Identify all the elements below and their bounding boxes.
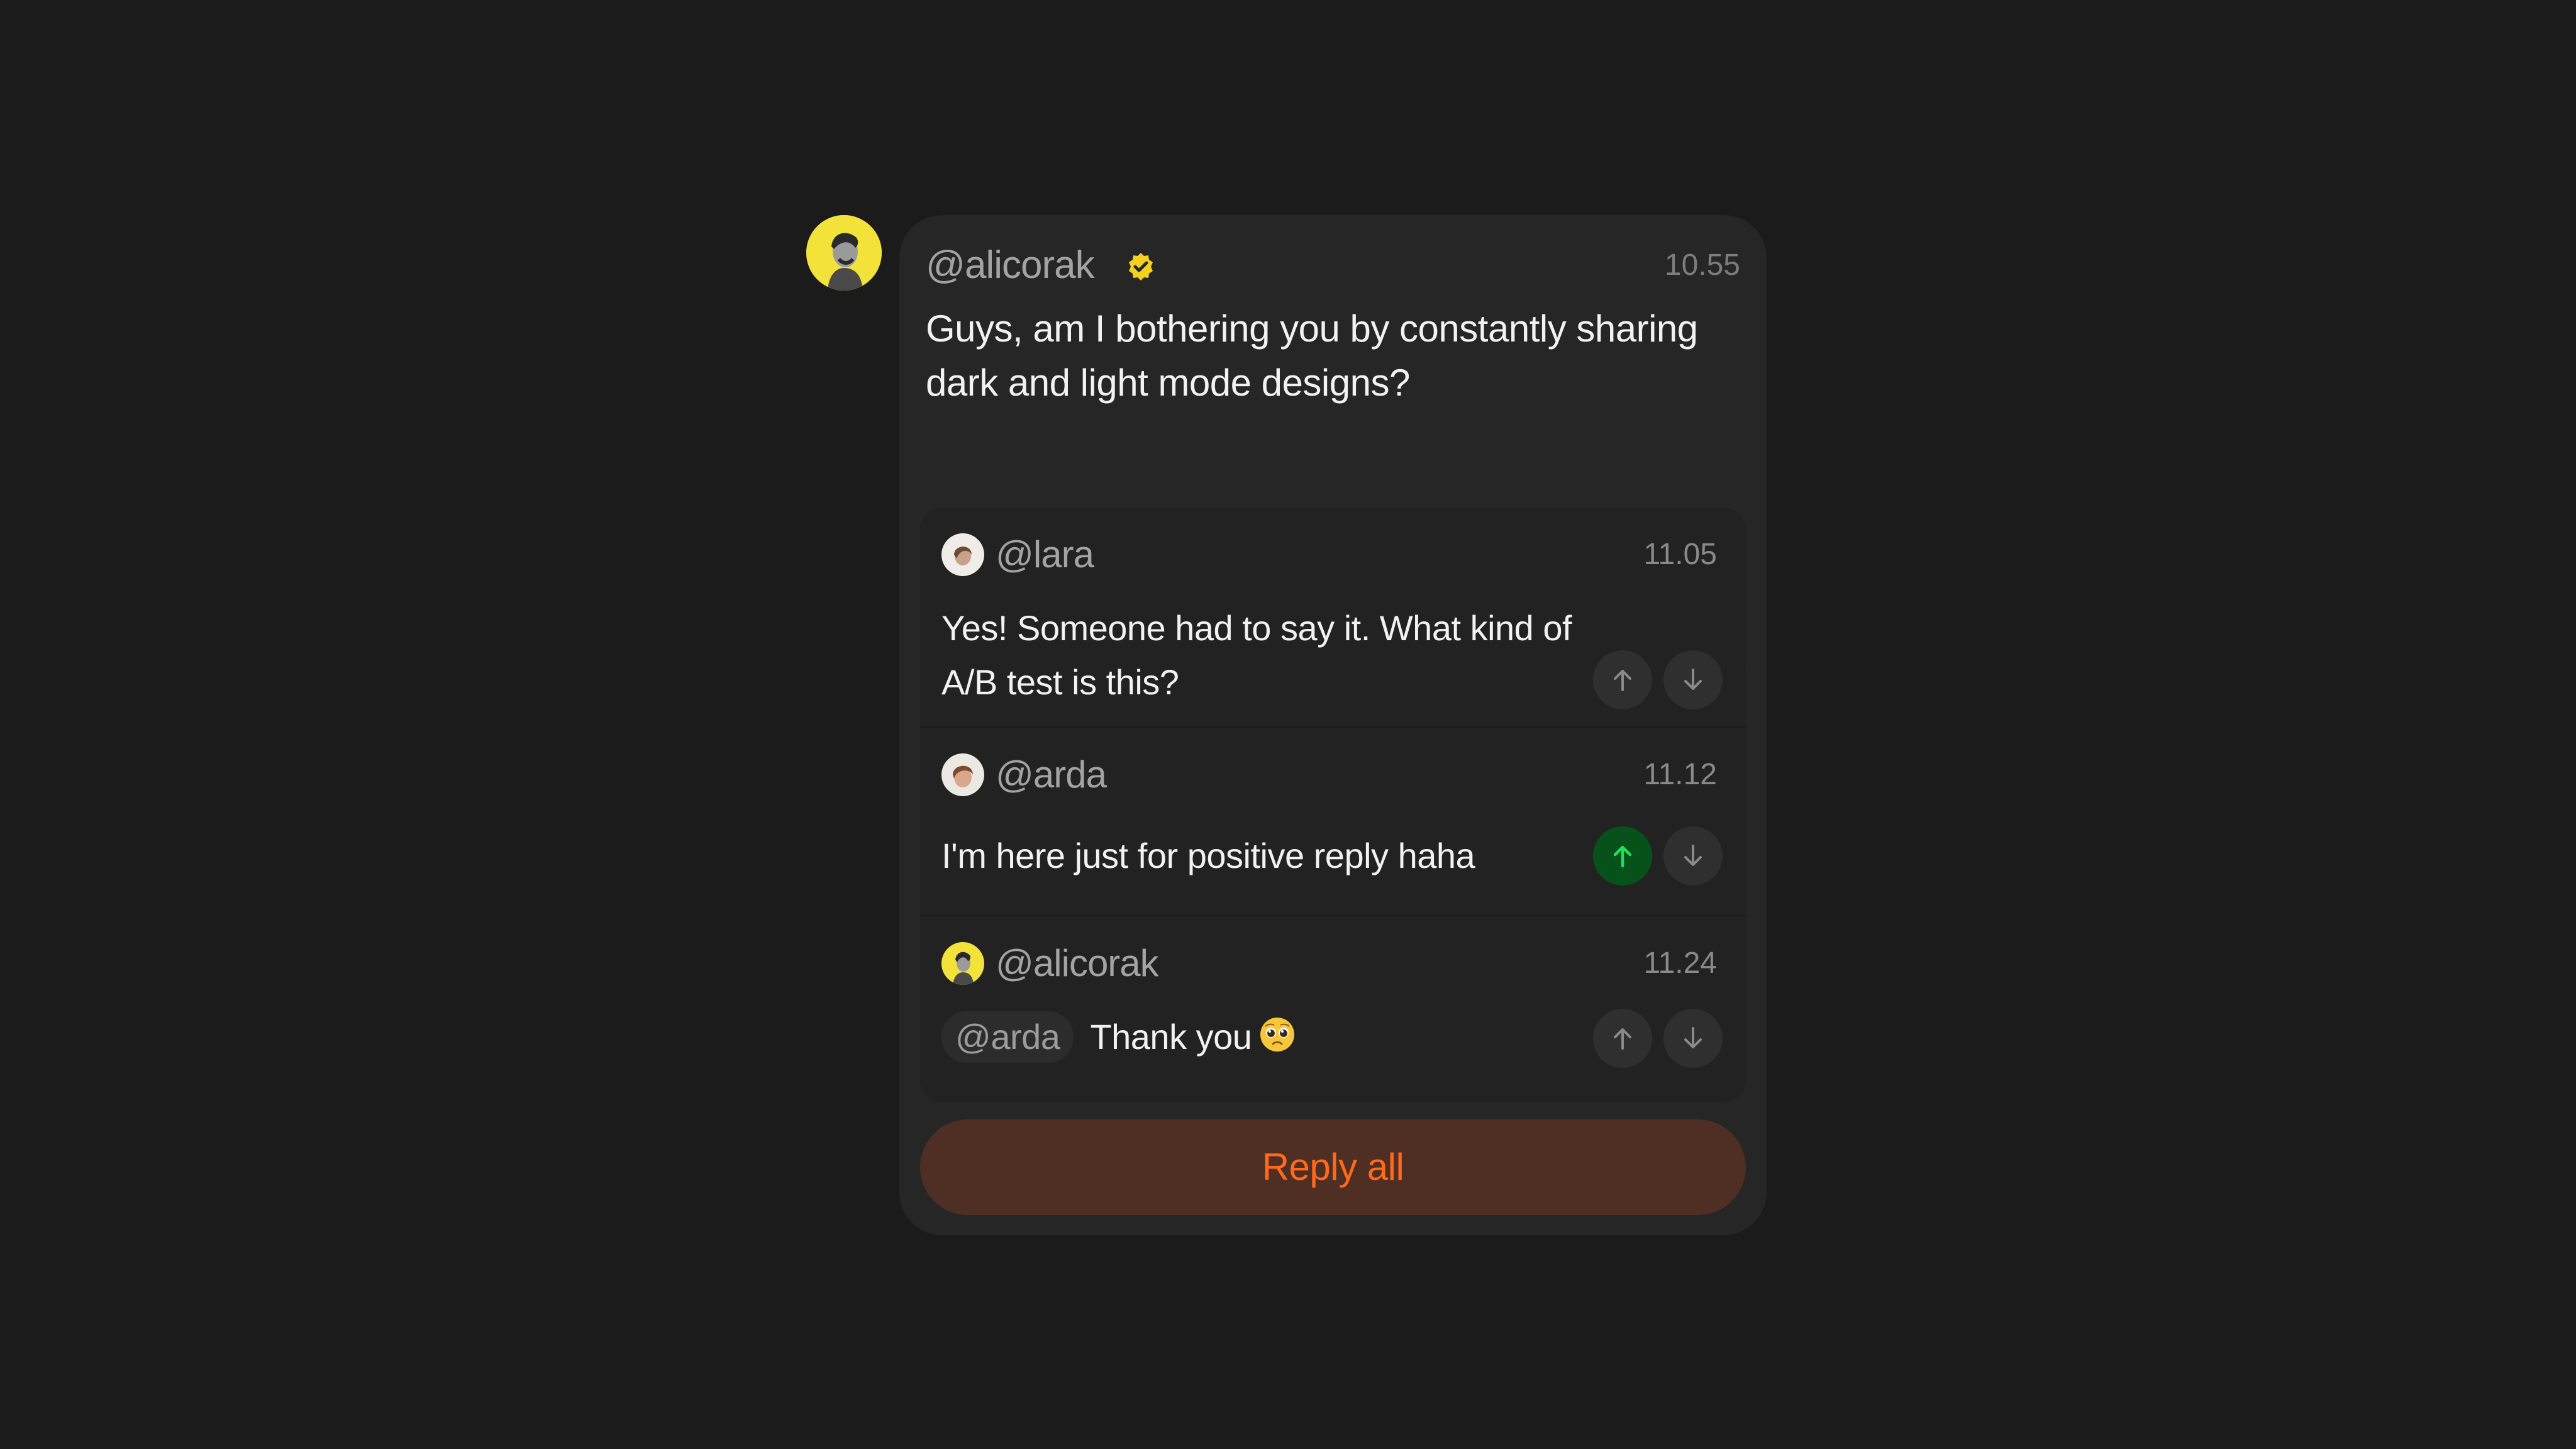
stage: @alicorak 10.55 Guys, am I bothering you… xyxy=(0,0,2576,1449)
arrow-up-icon xyxy=(1614,1028,1631,1050)
reply-item: @arda 11.12 I'm here just for positive r… xyxy=(920,728,1746,914)
reply-text: Thank you xyxy=(1090,1017,1252,1057)
reply-avatar[interactable] xyxy=(941,533,984,576)
avatar-portrait xyxy=(941,533,984,576)
arrow-down-icon xyxy=(1684,845,1702,866)
reply-text: Yes! Someone had to say it. What kind of… xyxy=(941,608,1572,702)
pleading-face-emoji xyxy=(1260,1018,1295,1052)
reply-text: I'm here just for positive reply haha xyxy=(941,836,1475,875)
post-author-handle[interactable]: @alicorak xyxy=(926,239,1095,292)
mention-tag[interactable]: @arda xyxy=(941,1011,1074,1063)
reply-item: @lara 11.05 Yes! Someone had to say it. … xyxy=(920,508,1746,726)
reply-downvote-button[interactable] xyxy=(1663,1009,1723,1068)
reply-upvote-button[interactable] xyxy=(1593,1009,1652,1068)
reply-time: 11.05 xyxy=(1643,538,1717,571)
reply-avatar[interactable] xyxy=(941,753,984,796)
reply-content: @arda Thank you xyxy=(941,1010,1570,1064)
reply-upvote-button[interactable] xyxy=(1593,826,1652,886)
arrow-up-icon xyxy=(1613,845,1632,868)
reply-item: @alicorak 11.24 @arda Thank you xyxy=(920,917,1746,1102)
post-header: @alicorak 10.55 xyxy=(926,239,1740,292)
reply-downvote-button[interactable] xyxy=(1663,650,1723,709)
post-time: 10.55 xyxy=(1664,248,1740,282)
avatar-portrait xyxy=(806,215,882,291)
arrow-up-icon xyxy=(1614,670,1631,691)
comment-card: @alicorak 10.55 Guys, am I bothering you… xyxy=(899,215,1767,1235)
reply-time: 11.24 xyxy=(1643,947,1717,980)
arrow-down-icon xyxy=(1684,1027,1702,1048)
reply-author-handle[interactable]: @alicorak xyxy=(996,937,1159,990)
post-text: Guys, am I bothering you by constantly s… xyxy=(926,308,1698,404)
replies-thread: @lara 11.05 Yes! Someone had to say it. … xyxy=(920,508,1746,1102)
reply-avatar[interactable] xyxy=(941,942,984,985)
reply-author-handle[interactable]: @arda xyxy=(996,748,1107,801)
verified-badge-icon xyxy=(1129,253,1153,280)
reply-author-handle[interactable]: @lara xyxy=(996,528,1094,581)
reply-downvote-button[interactable] xyxy=(1663,826,1723,886)
avatar-portrait xyxy=(941,942,984,985)
reply-all-button[interactable]: Reply all xyxy=(920,1119,1746,1215)
author-avatar[interactable] xyxy=(806,215,882,291)
reply-time: 11.12 xyxy=(1643,758,1717,791)
arrow-down-icon xyxy=(1684,669,1702,690)
avatar-portrait xyxy=(941,753,984,796)
reply-upvote-button[interactable] xyxy=(1593,650,1652,709)
